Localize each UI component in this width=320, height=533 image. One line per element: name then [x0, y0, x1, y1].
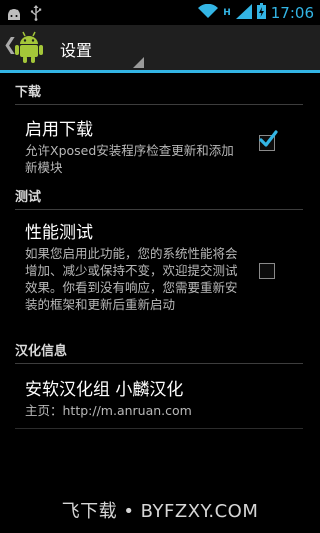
status-bar: H 17:06: [0, 0, 320, 25]
section-header-download: 下载: [15, 81, 303, 105]
performance-test-checkbox[interactable]: [259, 263, 275, 279]
usb-icon: [30, 5, 42, 25]
page-title: 设置: [60, 41, 93, 60]
pref-summary: 允许Xposed安装程序检查更新和添加新模块: [25, 143, 234, 175]
pref-localization-credits[interactable]: 安软汉化组 小麟汉化 主页：http://m.anruan.com: [0, 365, 320, 425]
pref-performance-test[interactable]: 性能测试 如果您启用此功能，您的系统性能将会增加、减少或保持不变，欢迎提交测试效…: [0, 210, 320, 333]
checkmark-icon: [259, 130, 278, 147]
download-checkbox[interactable]: [259, 130, 278, 151]
battery-icon: [256, 3, 266, 23]
android-app-icon: [13, 30, 45, 64]
list-divider: [15, 428, 303, 429]
android-debug-icon: [6, 6, 22, 25]
up-navigation-button[interactable]: ❮: [0, 25, 52, 70]
section-header-test: 测试: [15, 186, 303, 210]
pref-title: 性能测试: [25, 223, 93, 243]
pref-summary: 如果您启用此功能，您的系统性能将会增加、减少或保持不变，欢迎提交测试效果。你看到…: [25, 246, 238, 312]
spinner-indicator-icon: [133, 57, 144, 68]
watermark: 飞下载 • BYFZXY.COM: [61, 501, 259, 522]
pref-summary: 主页：http://m.anruan.com: [25, 403, 192, 418]
signal-icon: [235, 3, 252, 23]
pref-title: 启用下载: [25, 120, 93, 140]
status-time: 17:06: [270, 4, 314, 22]
actionbar-accent-line: [0, 70, 320, 73]
pref-title: 安软汉化组 小麟汉化: [25, 380, 184, 400]
wifi-icon: [198, 3, 219, 23]
pref-enable-download[interactable]: 启用下载 允许Xposed安装程序检查更新和添加新模块: [0, 105, 320, 177]
action-bar: ❮ 设置: [0, 25, 320, 70]
section-header-localization: 汉化信息: [15, 340, 303, 364]
network-type-badge: H: [223, 8, 231, 18]
